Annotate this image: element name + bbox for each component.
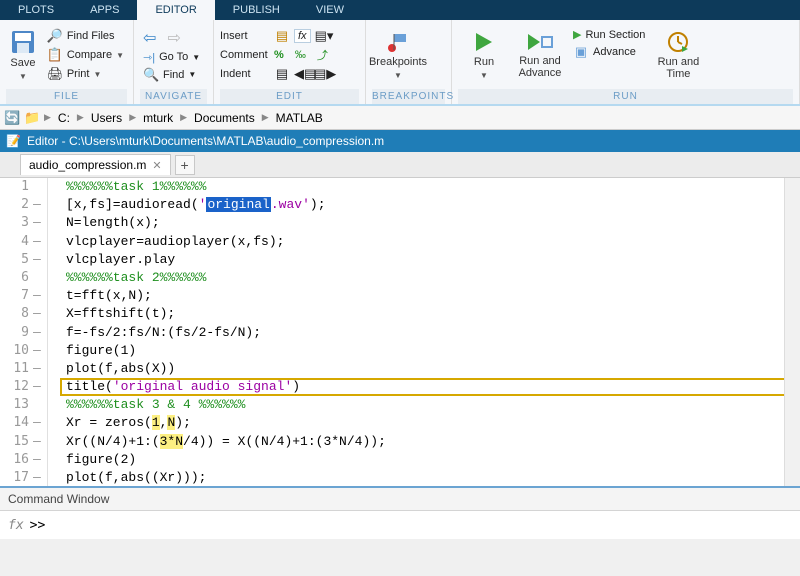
comment-add-icon: % bbox=[274, 49, 284, 61]
run-advance-button[interactable]: Run and Advance bbox=[514, 23, 566, 87]
insert-row[interactable]: Insert▤fx▤▾ bbox=[220, 27, 359, 45]
comment-row[interactable]: Comment% ‰ ⤴ bbox=[220, 46, 359, 64]
save-button[interactable]: Save ▼ bbox=[6, 23, 40, 87]
code-area[interactable]: %%%%%%task 1%%%%%% [x,fs]=audioread('ori… bbox=[48, 178, 800, 486]
advance-button[interactable]: ▣Advance bbox=[570, 43, 648, 61]
comment-remove-icon: ‰ bbox=[295, 49, 306, 61]
find-files-icon: 🔎 bbox=[47, 28, 63, 44]
file-tabs: audio_compression.m ✕ + bbox=[0, 152, 800, 178]
indent-right-icon: ▤▶ bbox=[314, 66, 330, 82]
print-icon: 🖨 bbox=[47, 66, 63, 82]
tab-view[interactable]: VIEW bbox=[298, 0, 362, 20]
command-window[interactable]: fx >> bbox=[0, 511, 800, 539]
text-selection: original bbox=[206, 197, 270, 212]
tab-editor[interactable]: EDITOR bbox=[137, 0, 214, 20]
crumb-matlab[interactable]: MATLAB bbox=[273, 111, 326, 125]
main-tabs: PLOTS APPS EDITOR PUBLISH VIEW bbox=[0, 0, 800, 20]
breakpoints-button[interactable]: Breakpoints ▼ bbox=[372, 23, 424, 87]
folder-nav-icon[interactable]: 🔄 bbox=[4, 110, 20, 126]
nav-arrows[interactable]: ⇦ ⇨ bbox=[140, 27, 207, 49]
save-disk-icon bbox=[10, 29, 36, 55]
insert-section-icon: ▤ bbox=[274, 28, 290, 44]
fx-prompt-icon: fx bbox=[8, 518, 24, 533]
find-button[interactable]: 🔍Find▼ bbox=[140, 66, 207, 84]
goto-icon: ⇾| bbox=[143, 51, 155, 64]
crumb-documents[interactable]: Documents bbox=[191, 111, 258, 125]
run-button[interactable]: Run ▼ bbox=[458, 23, 510, 87]
breakpoints-label: Breakpoints bbox=[369, 56, 427, 68]
code-editor[interactable]: 12–3–4–5–67–8–9–10–11–12–1314–15–16–17– … bbox=[0, 178, 800, 488]
find-icon: 🔍 bbox=[143, 67, 159, 83]
folder-open-icon[interactable]: 📁 bbox=[24, 110, 40, 126]
address-bar[interactable]: 🔄 📁 ▶ C:▶ Users▶ mturk▶ Documents▶ MATLA… bbox=[0, 106, 800, 130]
command-window-title: Command Window bbox=[0, 488, 800, 511]
play-icon bbox=[472, 30, 496, 54]
editor-title-icon: 📝 bbox=[6, 134, 21, 148]
edit-group-label: EDIT bbox=[220, 89, 359, 104]
advance-icon: ▣ bbox=[573, 44, 589, 60]
compare-icon: 📋 bbox=[47, 47, 63, 63]
run-time-button[interactable]: Run and Time bbox=[652, 23, 704, 87]
run-section-button[interactable]: ▶Run Section bbox=[570, 27, 648, 42]
run-advance-label: Run and Advance bbox=[519, 55, 562, 79]
nav-fwd-icon: ⇨ bbox=[167, 28, 180, 48]
find-files-button[interactable]: 🔎Find Files bbox=[44, 27, 127, 45]
tab-apps[interactable]: APPS bbox=[72, 0, 137, 20]
prompt-text: >> bbox=[30, 518, 46, 533]
file-group-label: FILE bbox=[6, 89, 127, 104]
play-small-icon: ▶ bbox=[573, 28, 581, 41]
close-tab-icon[interactable]: ✕ bbox=[152, 159, 161, 172]
fx-icon: fx bbox=[294, 29, 311, 43]
line-gutter: 12–3–4–5–67–8–9–10–11–12–1314–15–16–17– bbox=[0, 178, 48, 486]
nav-back-icon: ⇦ bbox=[143, 28, 156, 48]
tab-plots[interactable]: PLOTS bbox=[0, 0, 72, 20]
file-tab-audio-compression[interactable]: audio_compression.m ✕ bbox=[20, 154, 171, 175]
vertical-scrollbar[interactable] bbox=[784, 178, 800, 486]
compare-button[interactable]: 📋Compare▼ bbox=[44, 46, 127, 64]
editor-titlebar: 📝 Editor - C:\Users\mturk\Documents\MATL… bbox=[0, 130, 800, 152]
play-advance-icon bbox=[526, 31, 554, 53]
print-button[interactable]: 🖨Print▼ bbox=[44, 65, 127, 83]
run-time-label: Run and Time bbox=[658, 56, 700, 80]
run-group-label: RUN bbox=[458, 89, 793, 104]
indent-left-icon: ◀▤ bbox=[294, 66, 310, 82]
clock-play-icon bbox=[666, 30, 690, 54]
crumb-c[interactable]: C: bbox=[55, 111, 73, 125]
breakpoint-flag-icon bbox=[386, 30, 410, 54]
new-tab-button[interactable]: + bbox=[175, 155, 195, 175]
indent-icon: ▤ bbox=[274, 66, 290, 82]
editor-title-text: Editor - C:\Users\mturk\Documents\MATLAB… bbox=[27, 134, 384, 148]
run-label: Run bbox=[474, 56, 494, 68]
insert-heading-icon: ▤▾ bbox=[315, 28, 331, 44]
ribbon-toolbar: Save ▼ 🔎Find Files 📋Compare▼ 🖨Print▼ FIL… bbox=[0, 20, 800, 106]
save-label: Save bbox=[10, 57, 35, 69]
crumb-users[interactable]: Users bbox=[88, 111, 125, 125]
breakpoints-group-label: BREAKPOINTS bbox=[372, 89, 445, 104]
goto-button[interactable]: ⇾|Go To▼ bbox=[140, 50, 207, 65]
tab-publish[interactable]: PUBLISH bbox=[215, 0, 298, 20]
navigate-group-label: NAVIGATE bbox=[140, 89, 207, 104]
crumb-mturk[interactable]: mturk bbox=[140, 111, 176, 125]
comment-wrap-icon: ⤴ bbox=[317, 47, 328, 63]
indent-row[interactable]: Indent▤◀▤▤▶ bbox=[220, 65, 359, 83]
chevron-down-icon: ▼ bbox=[19, 72, 27, 81]
